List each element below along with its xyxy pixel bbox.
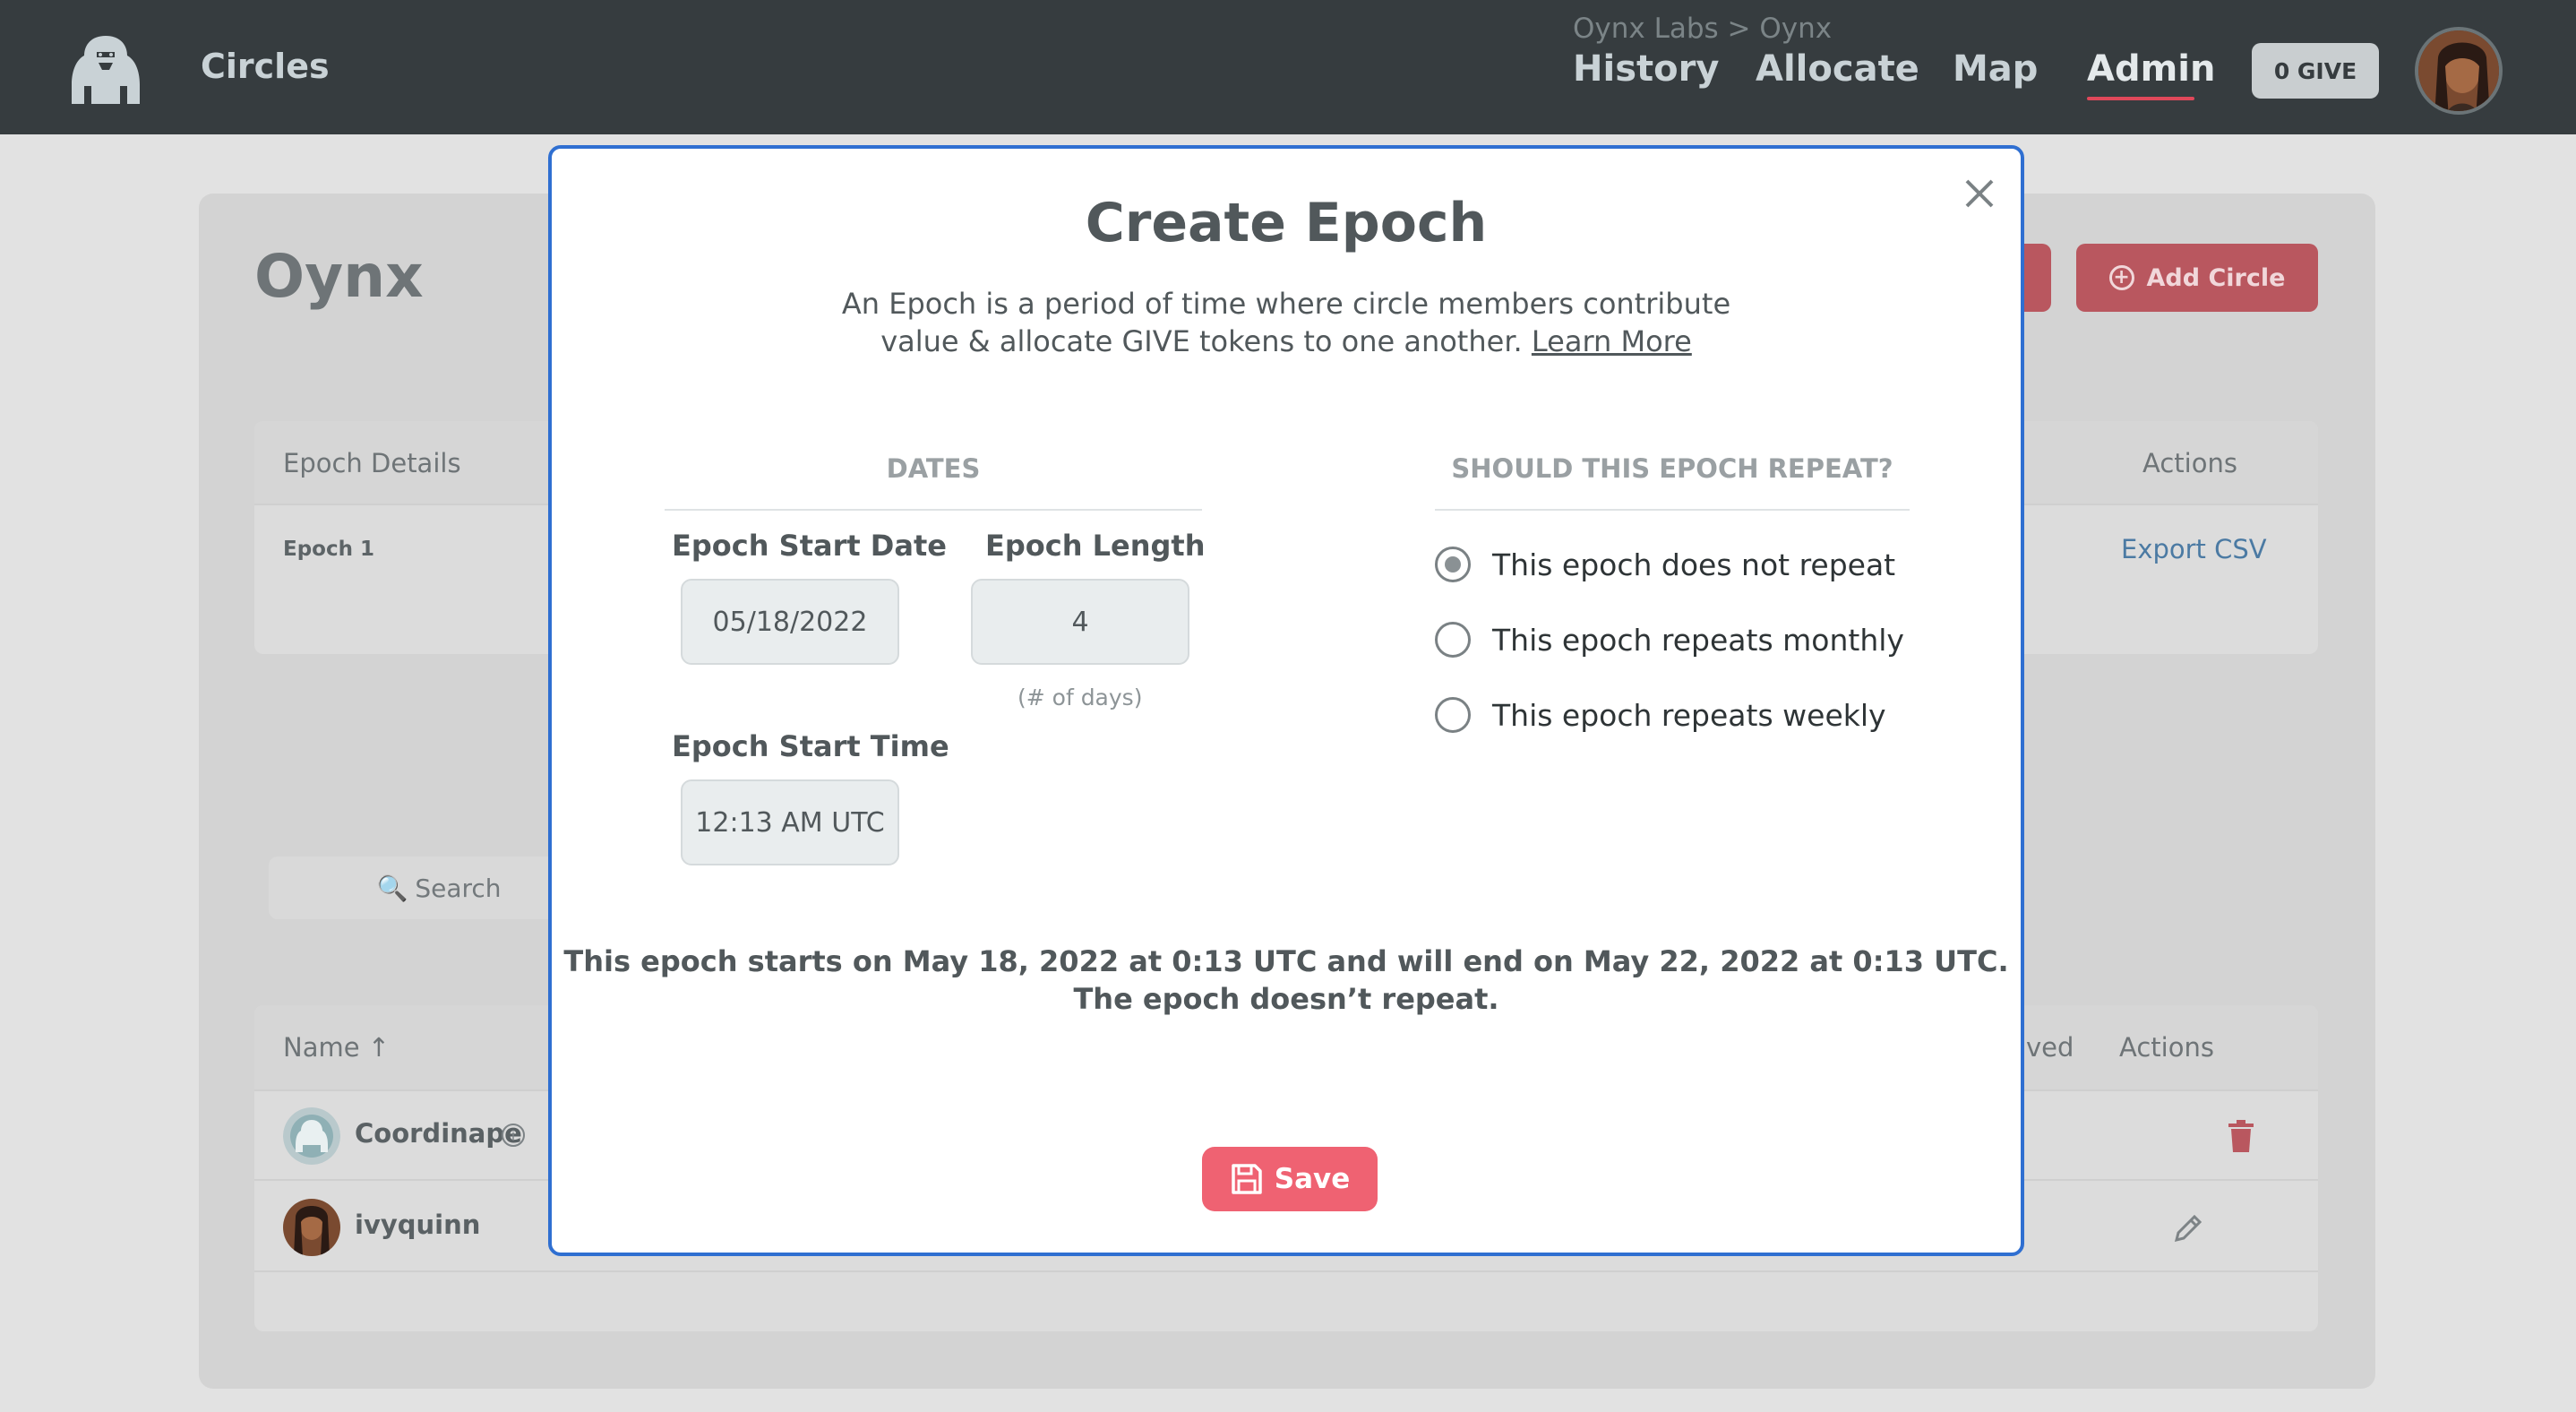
avatar [283,1199,340,1256]
start-time-field[interactable]: 12:13 AM UTC [681,779,899,865]
modal-description: An Epoch is a period of time where circl… [811,285,1761,360]
top-nav-bar: Circles Oynx Labs > Oynx History Allocat… [0,0,2576,134]
length-hint: (# of days) [1018,684,1143,710]
pencil-icon[interactable] [2169,1211,2205,1247]
repeat-option-label: This epoch repeats weekly [1492,697,1886,733]
brand-title[interactable]: Circles [201,47,330,86]
start-time-label: Epoch Start Time [672,729,949,763]
col-actions: Actions [2119,1032,2214,1063]
save-icon [1232,1164,1262,1194]
nav-active-indicator [2087,97,2194,100]
nav-map[interactable]: Map [1953,48,2038,90]
trash-icon[interactable] [2225,1118,2257,1154]
user-avatar[interactable] [2415,27,2503,115]
summary-line-2: The epoch doesn’t repeat. [1073,982,1499,1016]
avatar [283,1107,340,1165]
user-name: ivyquinn [355,1210,481,1240]
give-balance-button[interactable]: 0 GIVE [2252,43,2379,99]
breadcrumb: Oynx Labs > Oynx [1573,13,1833,45]
save-label: Save [1274,1163,1351,1195]
col-name[interactable]: Name ↑ [283,1032,390,1063]
repeat-option-weekly[interactable]: This epoch repeats weekly [1435,695,1886,735]
epoch-length-field[interactable]: 4 [971,579,1189,665]
summary-line-1: This epoch starts on May 18, 2022 at 0:1… [563,944,2009,978]
epoch-summary: This epoch starts on May 18, 2022 at 0:1… [552,943,2021,1018]
start-date-label: Epoch Start Date [672,529,947,563]
start-date-field[interactable]: 05/18/2022 [681,579,899,665]
plus-circle-icon: + [2108,265,2134,290]
export-csv-link[interactable]: Export CSV [2121,534,2267,564]
gorilla-logo-icon[interactable] [64,32,147,108]
epoch-length-label: Epoch Length [985,529,1206,563]
repeat-heading: SHOULD THIS EPOCH REPEAT? [1451,453,1893,484]
nav-admin[interactable]: Admin [2087,48,2215,90]
search-icon: 🔍 [376,873,408,903]
radio-unselected[interactable] [1435,622,1471,658]
radio-selected[interactable] [1435,547,1471,582]
create-epoch-modal: Create Epoch An Epoch is a period of tim… [548,145,2024,1256]
col-actions: Actions [2142,448,2237,478]
col-received[interactable]: ved [2026,1032,2074,1063]
repeat-divider [1435,509,1910,511]
nav-history[interactable]: History [1573,48,1719,90]
add-circle-label: Add Circle [2146,263,2286,292]
dates-divider [665,509,1202,511]
dates-heading: DATES [886,453,981,484]
epoch-row-name: Epoch 1 [283,538,374,561]
circle-title: Oynx [254,242,424,311]
modal-title: Create Epoch [1085,192,1488,254]
nav-allocate[interactable]: Allocate [1756,48,1919,90]
add-circle-button[interactable]: + Add Circle [2076,244,2318,312]
col-epoch-details: Epoch Details [283,448,461,478]
radio-unselected[interactable] [1435,697,1471,733]
info-icon[interactable]: i [502,1124,525,1147]
repeat-option-none[interactable]: This epoch does not repeat [1435,545,1895,584]
search-placeholder: Search [415,873,502,903]
learn-more-link[interactable]: Learn More [1532,324,1692,358]
save-button[interactable]: Save [1202,1147,1378,1211]
repeat-option-label: This epoch does not repeat [1492,547,1896,582]
user-name: Coordinape [355,1118,522,1149]
repeat-option-monthly[interactable]: This epoch repeats monthly [1435,620,1904,659]
repeat-option-label: This epoch repeats monthly [1492,622,1904,658]
